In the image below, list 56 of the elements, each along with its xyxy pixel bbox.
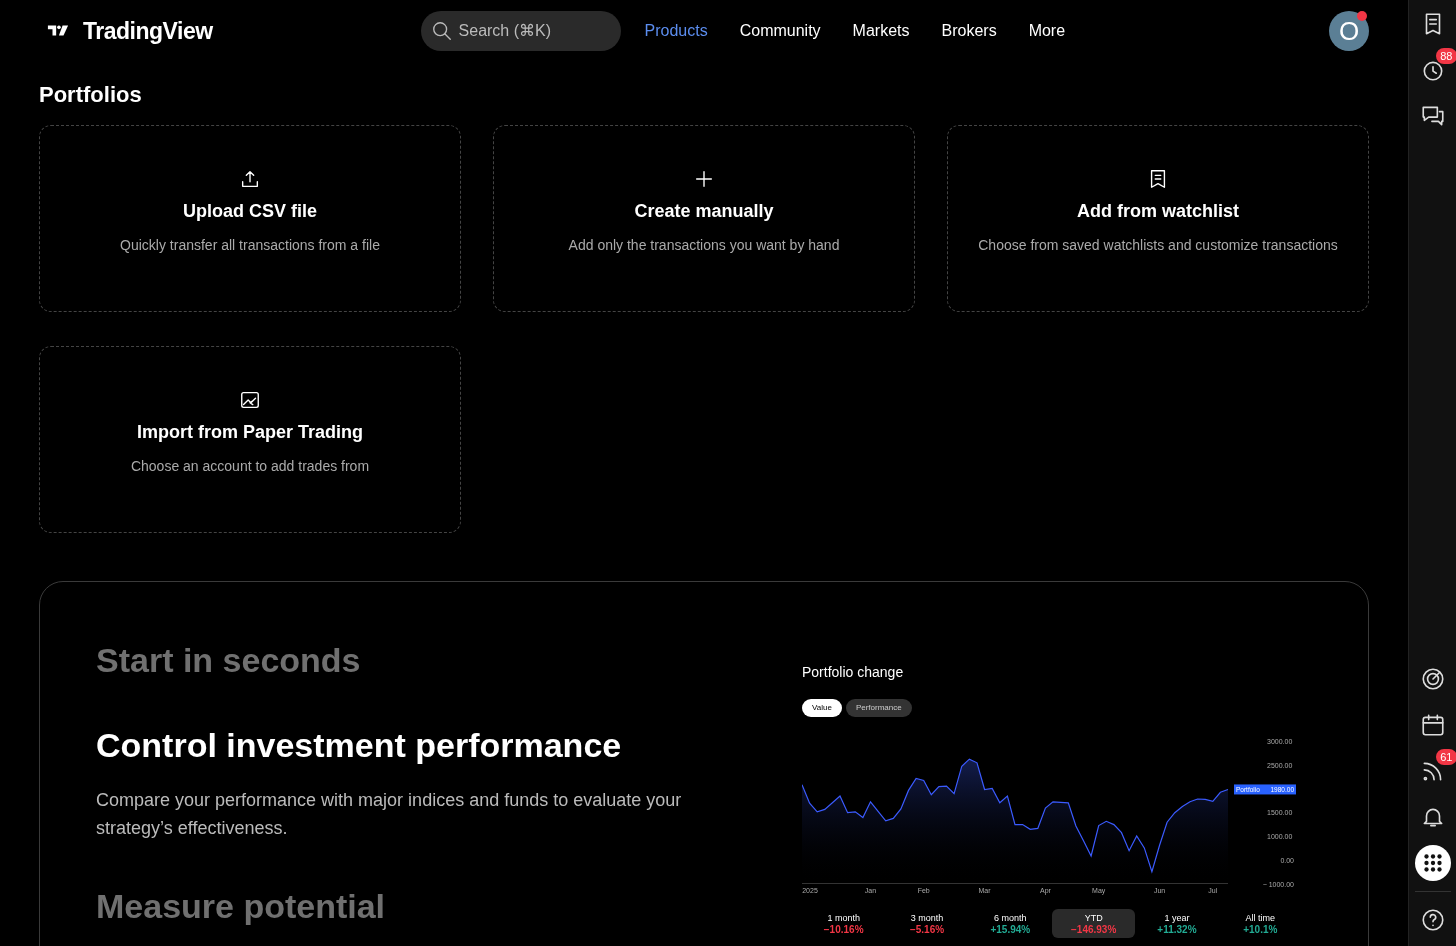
search-icon	[430, 20, 453, 42]
option-card[interactable]: Create manually Add only the transactions you want by hand	[493, 125, 915, 312]
option-title: Create manually	[634, 200, 774, 223]
toggle-button[interactable]: Value	[802, 699, 842, 717]
nav-link[interactable]: Markets	[852, 19, 910, 43]
nav-link[interactable]: More	[1028, 19, 1066, 43]
logo-text: TradingView	[83, 16, 213, 46]
period-tab[interactable]: 1 year +11.32%	[1135, 909, 1219, 938]
period-change: −5.16%	[908, 924, 946, 936]
nav-link[interactable]: Products	[644, 19, 708, 43]
sidebar-button[interactable]	[1414, 845, 1451, 881]
avatar[interactable]: O	[1329, 11, 1369, 51]
create-icon	[693, 168, 715, 190]
period-label: 6 month	[993, 912, 1028, 924]
nav-link[interactable]: Brokers	[941, 19, 997, 43]
option-description: Add only the transactions you want by hand	[568, 236, 840, 255]
option-card[interactable]: Import from Paper Trading Choose an account to add trades from	[39, 346, 461, 533]
period-change: +11.32%	[1156, 924, 1198, 936]
page-title: Portfolios	[39, 81, 143, 109]
period-label: 3 month	[909, 912, 945, 924]
feature-description: Compare your performance with major indices and funds to evaluate your strategy’s effectiveness.	[96, 788, 683, 840]
period-tab[interactable]: 6 month +15.94%	[968, 909, 1052, 938]
period-change: −10.16%	[822, 924, 865, 936]
period-label: 1 month	[826, 912, 861, 924]
option-description: Choose from saved watchlists and customize transactions	[978, 236, 1338, 255]
period-change: −146.93%	[1070, 924, 1118, 936]
period-tab[interactable]: All time +10.1%	[1218, 909, 1302, 938]
option-card[interactable]: Upload CSV file Quickly transfer all transactions from a file	[39, 125, 461, 312]
feature-heading[interactable]: Control investment performance	[96, 724, 716, 766]
option-description: Quickly transfer all transactions from a file	[120, 236, 380, 255]
count-badge: 61	[1436, 749, 1456, 765]
option-card[interactable]: Add from watchlist Choose from saved watchlists and customize transactions	[947, 125, 1369, 312]
period-tab[interactable]: YTD −146.93%	[1052, 909, 1136, 938]
period-label: All time	[1244, 912, 1277, 924]
period-change: +15.94%	[989, 924, 1032, 936]
feature-heading[interactable]: Start in seconds	[96, 640, 716, 681]
calendar-icon	[1419, 712, 1446, 738]
period-change: +10.1%	[1242, 924, 1279, 936]
option-title: Add from watchlist	[1077, 200, 1239, 223]
option-description: Choose an account to add trades from	[130, 457, 370, 476]
target-icon	[1419, 666, 1446, 692]
search-field[interactable]: Search (⌘K)	[420, 11, 621, 51]
count-badge: 88	[1436, 48, 1456, 64]
option-title: Import from Paper Trading	[137, 421, 363, 444]
period-label: YTD	[1083, 912, 1104, 924]
option-title: Upload CSV file	[183, 200, 317, 223]
period-label: 1 year	[1163, 912, 1191, 924]
period-tab[interactable]: 3 month −5.16%	[885, 909, 969, 938]
period-tab[interactable]: 1 month −10.16%	[802, 909, 886, 938]
feature-heading[interactable]: Measure potential	[96, 885, 716, 927]
chart-title: Portfolio change	[802, 663, 905, 682]
upload-icon	[239, 168, 261, 190]
paper-icon	[239, 389, 261, 411]
help-icon	[1419, 907, 1446, 933]
toggle-button[interactable]: Performance	[845, 699, 912, 717]
nav-link[interactable]: Community	[739, 19, 821, 43]
